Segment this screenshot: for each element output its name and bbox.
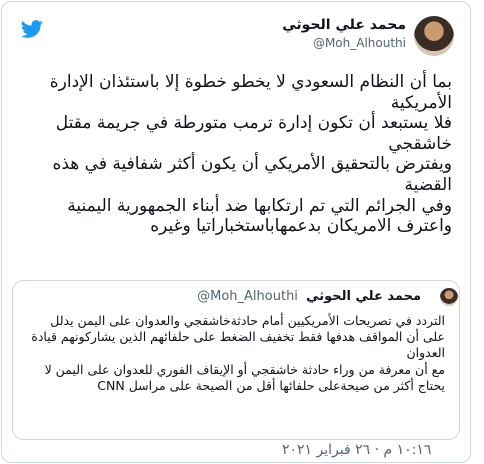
author-handle[interactable]: @Moh_Alhouthi <box>282 34 406 52</box>
author-block[interactable]: محمد علي الحوثي @Moh_Alhouthi <box>282 16 406 52</box>
twitter-bird-icon[interactable] <box>19 18 45 40</box>
tweet-card: محمد علي الحوثي @Moh_Alhouthi بما أن الن… <box>1 1 471 463</box>
tweet-line: فلا يستبعد أن تكون إدارة ترمب متورطة في … <box>55 113 452 154</box>
tweet-line: وفي الجرائم التي تم ارتكابها ضد أبناء ال… <box>67 195 452 237</box>
author-name[interactable]: محمد علي الحوثي <box>282 16 406 34</box>
quoted-tweet-text: التردد في تصريحات الأمريكيين أمام حادثةخ… <box>25 313 445 394</box>
quoted-author-handle: @Moh_Alhouthi <box>197 289 298 304</box>
tweet-line: ويفترض بالتحقيق الأمريكي أن يكون أكثر شف… <box>52 154 452 195</box>
quoted-line: التردد في تصريحات الأمريكيين أمام حادثةخ… <box>31 313 445 361</box>
tweet-line: بما أن النظام السعودي لا يخطو خطوة إلا ب… <box>49 72 452 113</box>
quoted-author: محمد علي الحوثي @Moh_Alhouthi <box>197 289 421 304</box>
quoted-line: مع أن معرفة من وراء حادثة خاشقجي أو الإي… <box>44 361 445 393</box>
tweet-text: بما أن النظام السعودي لا يخطو خطوة إلا ب… <box>20 72 452 237</box>
author-avatar[interactable] <box>414 16 454 56</box>
quoted-author-name: محمد علي الحوثي <box>306 289 421 304</box>
quoted-author-avatar <box>440 288 458 306</box>
quoted-tweet[interactable]: محمد علي الحوثي @Moh_Alhouthi التردد في … <box>12 280 460 440</box>
tweet-timestamp[interactable]: ١٠:١٦ م · ٢٦ فبراير ٢٠٢١ <box>282 442 431 458</box>
